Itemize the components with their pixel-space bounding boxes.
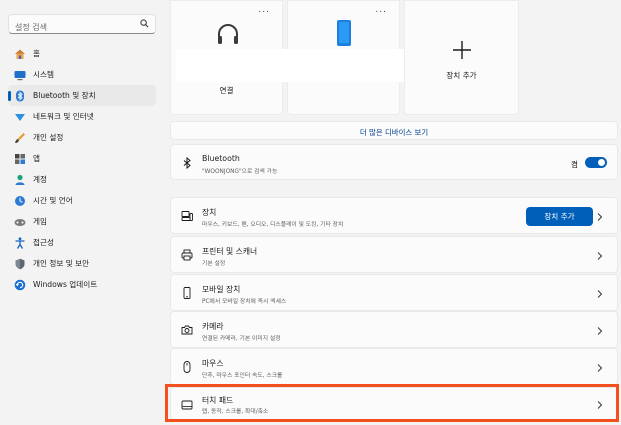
sidebar-item-apps[interactable]: 앱 — [8, 148, 156, 169]
printer-icon — [181, 249, 193, 261]
add-device-label: 장치 추가 — [446, 71, 477, 80]
sidebar-item-personalization[interactable]: 개인 설정 — [8, 127, 156, 148]
view-more-devices-button[interactable]: 더 많은 디바이스 보기 — [170, 121, 618, 140]
sidebar-item-accessibility[interactable]: 접근성 — [8, 232, 156, 253]
view-more-devices-label: 더 많은 디바이스 보기 — [359, 128, 429, 137]
privacy-security-icon — [15, 258, 25, 269]
sidebar-item-label: 시스템 — [33, 70, 54, 79]
apps-icon — [15, 153, 25, 164]
sidebar-item-label: 접근성 — [33, 238, 54, 247]
sidebar-item-label: Bluetooth 및 장치 — [33, 91, 96, 100]
sidebar-item-time-language[interactable]: 시간 및 언어 — [8, 190, 156, 211]
camera-title: 카메라 — [202, 322, 224, 331]
devices-icon — [181, 211, 193, 221]
main-content: ... 연결 ... 장치 추가 더 많은 디바이스 보기 Bluetooth … — [170, 0, 620, 425]
devices-title: 장치 — [202, 208, 217, 217]
devices-subtitle: 마우스, 키보드, 펜, 오디오, 디스플레이 및 도킹, 기타 장치 — [202, 222, 344, 228]
home-icon — [15, 49, 25, 59]
sidebar-item-label: 개인 정보 및 보안 — [33, 259, 90, 268]
sidebar-nav: 홈 시스템 Bluetooth 및 장치 네트워크 및 인터넷 개인 설정 앱 … — [8, 43, 156, 295]
search-box[interactable] — [8, 14, 156, 37]
sidebar-item-system[interactable]: 시스템 — [8, 64, 156, 85]
bluetooth-row: Bluetooth "WOONJONG"으로 검색 가능 켬 — [170, 144, 618, 180]
mobile-devices-row[interactable]: 모바일 장치 PC에서 모바일 장치에 즉시 액세스 — [170, 274, 618, 311]
sidebar-item-bluetooth-devices[interactable]: Bluetooth 및 장치 — [8, 85, 156, 106]
sidebar-item-label: 앱 — [33, 154, 40, 163]
system-icon — [14, 70, 26, 80]
more-options-button[interactable]: ... — [258, 5, 270, 15]
tile-overlay — [176, 49, 416, 82]
windows-update-icon — [14, 279, 26, 290]
accessibility-icon — [15, 236, 25, 249]
printers-subtitle: 기본 설정 — [202, 261, 226, 267]
chevron-right-icon — [597, 252, 603, 260]
sidebar-item-privacy-security[interactable]: 개인 정보 및 보안 — [8, 253, 156, 274]
device-status-connected: 연결 — [219, 86, 234, 95]
sidebar-item-label: 네트워크 및 인터넷 — [33, 112, 94, 121]
sidebar-item-label: Windows 업데이트 — [33, 280, 98, 289]
bluetooth-icon — [183, 157, 191, 169]
printers-title: 프린터 및 스캐너 — [202, 247, 258, 256]
chevron-right-icon — [597, 327, 603, 335]
bluetooth-toggle[interactable] — [585, 157, 607, 168]
camera-subtitle: 연결된 카메라, 기본 이미지 설정 — [202, 336, 281, 342]
mobile-title: 모바일 장치 — [202, 285, 241, 294]
mouse-subtitle: 단추, 마우스 포인터 속도, 스크롤 — [202, 373, 283, 379]
bluetooth-title: Bluetooth — [202, 154, 240, 163]
sidebar-item-home[interactable]: 홈 — [8, 43, 156, 64]
devices-row[interactable]: 장치 마우스, 키보드, 펜, 오디오, 디스플레이 및 도킹, 기타 장치 장… — [170, 197, 618, 234]
touchpad-icon — [181, 400, 193, 410]
search-input[interactable] — [9, 18, 133, 37]
plus-icon — [453, 41, 471, 59]
time-language-icon — [15, 195, 25, 206]
touchpad-row[interactable]: 터치 패드 탭, 동작, 스크롤, 확대/축소 — [170, 387, 618, 420]
add-device-tile[interactable]: 장치 추가 — [404, 0, 519, 115]
chevron-right-icon — [597, 290, 603, 298]
sidebar-item-label: 게임 — [33, 217, 47, 226]
add-device-button[interactable]: 장치 추가 — [526, 207, 593, 226]
chevron-right-icon — [597, 364, 603, 372]
bluetooth-subtitle: "WOONJONG"으로 검색 가능 — [202, 169, 278, 175]
mobile-icon — [183, 287, 191, 299]
touchpad-title: 터치 패드 — [202, 396, 234, 405]
sidebar-item-label: 계정 — [33, 175, 47, 184]
gaming-icon — [14, 218, 26, 226]
sidebar-item-label: 개인 설정 — [33, 133, 64, 142]
active-indicator — [8, 91, 11, 101]
mouse-row[interactable]: 마우스 단추, 마우스 포인터 속도, 스크롤 — [170, 348, 618, 385]
sidebar-item-accounts[interactable]: 계정 — [8, 169, 156, 190]
sidebar-item-gaming[interactable]: 게임 — [8, 211, 156, 232]
accounts-icon — [15, 174, 25, 185]
phone-icon — [337, 20, 351, 46]
camera-row[interactable]: 카메라 연결된 카메라, 기본 이미지 설정 — [170, 311, 618, 348]
toggle-knob — [598, 159, 605, 166]
sidebar-item-label: 홈 — [33, 49, 40, 58]
printers-scanners-row[interactable]: 프린터 및 스캐너 기본 설정 — [170, 236, 618, 273]
mouse-icon — [183, 361, 191, 373]
sidebar-item-label: 시간 및 언어 — [33, 196, 73, 205]
more-options-button[interactable]: ... — [375, 5, 387, 15]
chevron-right-icon — [597, 401, 603, 409]
mobile-subtitle: PC에서 모바일 장치에 즉시 액세스 — [202, 299, 287, 305]
touchpad-subtitle: 탭, 동작, 스크롤, 확대/축소 — [202, 409, 269, 415]
bluetooth-icon — [16, 90, 24, 101]
search-icon[interactable] — [140, 19, 149, 28]
camera-icon — [181, 325, 193, 335]
sidebar-item-windows-update[interactable]: Windows 업데이트 — [8, 274, 156, 295]
chevron-right-icon — [597, 213, 603, 221]
sidebar-item-network[interactable]: 네트워크 및 인터넷 — [8, 106, 156, 127]
personalization-icon — [15, 132, 25, 143]
mouse-title: 마우스 — [202, 359, 224, 368]
network-icon — [15, 113, 25, 121]
headphones-icon — [218, 24, 238, 44]
bluetooth-toggle-label: 켬 — [571, 160, 578, 169]
